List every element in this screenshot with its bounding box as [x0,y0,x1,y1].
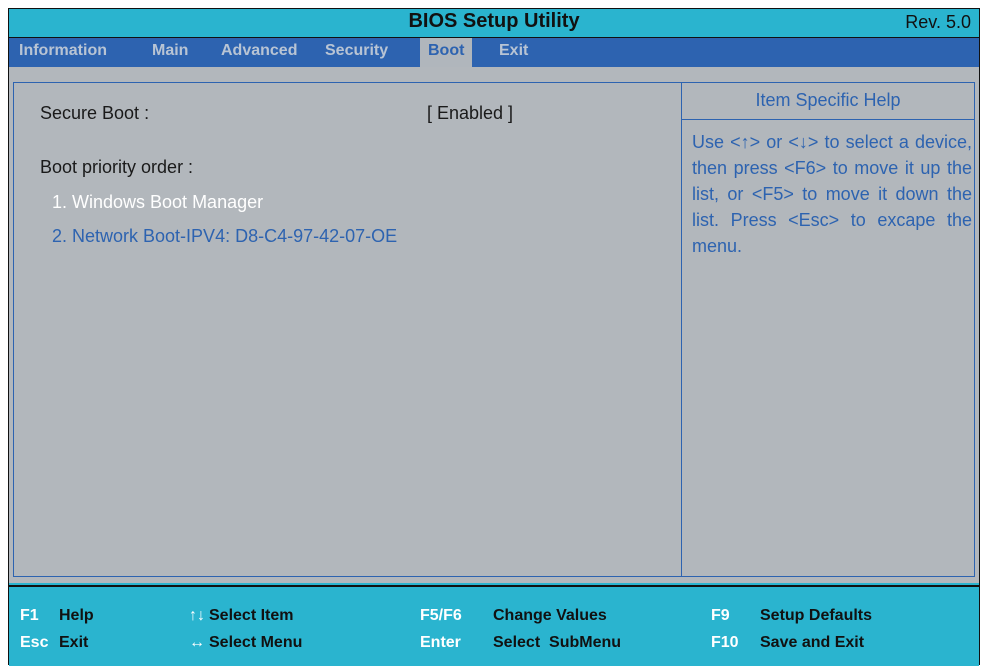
key-f1: F1 [20,607,39,624]
boot-item-network[interactable]: 2. Network Boot-IPV4: D8-C4-97-42-07-OE [52,226,397,247]
key-leftright-arrows: ↔ [189,634,205,651]
key-f9: F9 [711,607,730,624]
secure-boot-label: Secure Boot : [40,103,150,123]
tab-advanced[interactable]: Advanced [221,38,297,67]
key-enter: Enter [420,634,461,651]
desc-exit: Exit [59,634,89,651]
tab-exit[interactable]: Exit [499,38,528,67]
tab-main[interactable]: Main [152,38,188,67]
settings-panel: Secure Boot : [ Enabled ] Boot priority … [13,82,975,577]
desc-change-values: Change Values [493,607,607,624]
desc-select-submenu: Select SubMenu [493,634,622,651]
bios-window: BIOS Setup Utility Rev. 5.0 Information … [8,8,980,666]
help-header: Item Specific Help [682,83,974,120]
desc-help: Help [59,607,94,624]
desc-save-and-exit: Save and Exit [760,634,865,651]
app-title: BIOS Setup Utility [408,10,580,32]
key-updown-arrows: ↑↓ [189,607,205,624]
key-legend: F1 Help ↑↓ Select Item F5/F6 Change Valu… [9,585,979,666]
key-f10: F10 [711,634,739,651]
tab-boot[interactable]: Boot [420,38,473,67]
desc-select-item: Select Item [209,607,294,624]
menu-bar: Information Main Advanced Security Boot … [9,38,979,67]
title-bar: BIOS Setup Utility Rev. 5.0 [9,9,979,38]
key-f5-f6: F5/F6 [420,607,462,624]
secure-boot-value[interactable]: [ Enabled ] [427,103,513,124]
key-esc: Esc [20,634,49,651]
boot-priority-label: Boot priority order : [40,157,194,177]
panel-divider [681,83,682,576]
tab-information[interactable]: Information [19,38,107,67]
desc-setup-defaults: Setup Defaults [760,607,873,624]
content-area: Secure Boot : [ Enabled ] Boot priority … [9,67,979,583]
boot-item-windows[interactable]: 1. Windows Boot Manager [52,192,263,213]
help-text: Use <↑> or <↓> to select a device, then … [692,132,972,256]
tab-security[interactable]: Security [325,38,388,67]
revision-label: Rev. 5.0 [905,12,971,32]
desc-select-menu: Select Menu [209,634,303,651]
